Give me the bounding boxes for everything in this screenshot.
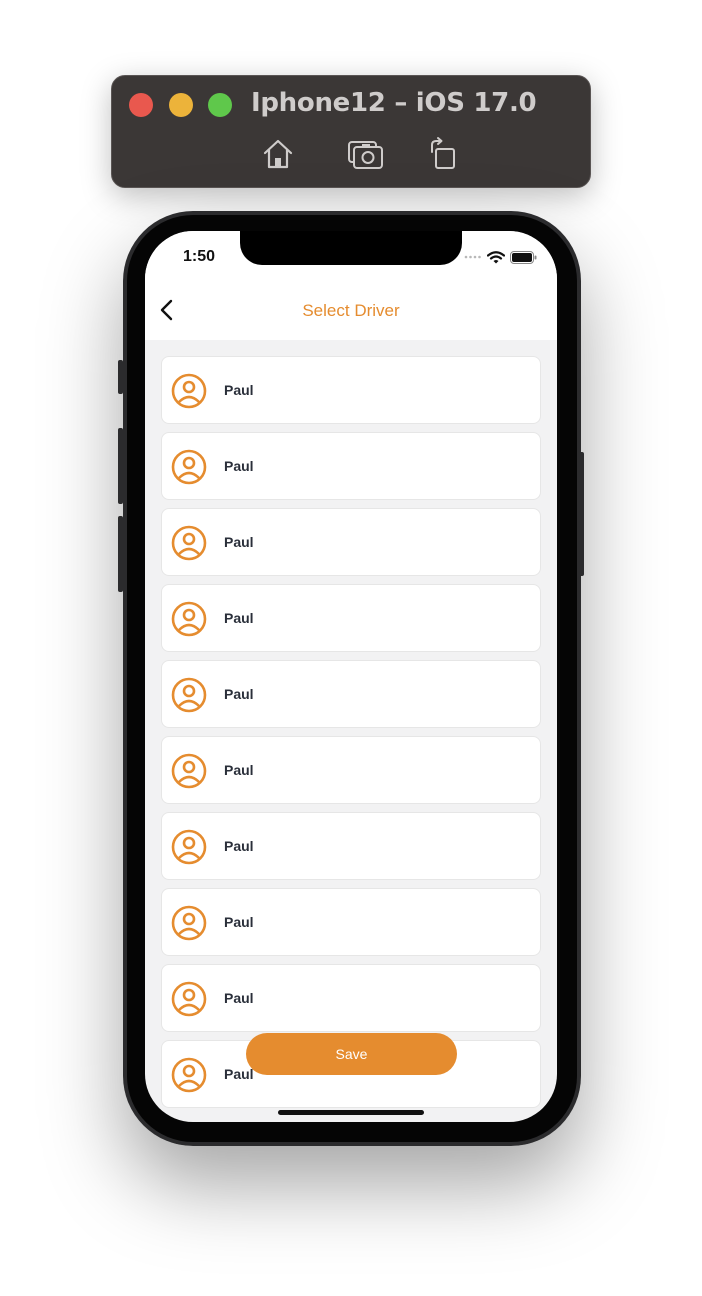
driver-name: Paul [224, 1066, 254, 1082]
driver-name: Paul [224, 458, 254, 474]
save-button[interactable]: Save [246, 1033, 457, 1075]
driver-name: Paul [224, 990, 254, 1006]
home-icon [263, 139, 293, 169]
driver-name: Paul [224, 762, 254, 778]
driver-list-item[interactable]: Paul [161, 736, 541, 804]
driver-list-item[interactable]: Paul [161, 812, 541, 880]
battery-icon [510, 250, 537, 264]
user-avatar-icon [171, 677, 207, 713]
driver-name: Paul [224, 686, 254, 702]
rotate-icon [431, 137, 455, 169]
status-time: 1:50 [183, 248, 216, 265]
user-avatar-icon [171, 601, 207, 637]
driver-name: Paul [224, 610, 254, 626]
driver-list: Paul Paul Paul Paul Paul Paul Paul Paul … [161, 356, 541, 1116]
driver-list-item[interactable]: Paul [161, 964, 541, 1032]
simulator-title: Iphone12 – iOS 17.0 [251, 88, 537, 118]
user-avatar-icon [171, 373, 207, 409]
driver-list-item[interactable]: Paul [161, 888, 541, 956]
page-title: Select Driver [302, 301, 400, 320]
status-icons [464, 250, 537, 264]
driver-list-item[interactable]: Paul [161, 432, 541, 500]
user-avatar-icon [171, 981, 207, 1017]
minimize-window-button[interactable] [169, 93, 193, 117]
user-avatar-icon [171, 1057, 207, 1093]
driver-name: Paul [224, 382, 254, 398]
screenshot-icon [348, 141, 383, 169]
notch [240, 231, 462, 265]
navigation-header: Select Driver [145, 281, 557, 340]
wifi-icon [487, 250, 505, 263]
rotate-button[interactable] [426, 136, 462, 172]
zoom-window-button[interactable] [208, 93, 232, 117]
user-avatar-icon [171, 753, 207, 789]
phone-screen: 1:50 Select Driver Paul Paul Paul Paul P… [145, 231, 557, 1122]
cellular-signal-icon [464, 255, 481, 259]
user-avatar-icon [171, 905, 207, 941]
status-bar: 1:50 [145, 231, 557, 281]
driver-list-item[interactable]: Paul [161, 660, 541, 728]
driver-name: Paul [224, 838, 254, 854]
user-avatar-icon [171, 829, 207, 865]
close-window-button[interactable] [129, 93, 153, 117]
user-avatar-icon [171, 449, 207, 485]
driver-list-item[interactable]: Paul [161, 356, 541, 424]
simulator-toolbar: Iphone12 – iOS 17.0 [111, 75, 591, 188]
screenshot-button[interactable] [348, 136, 384, 172]
driver-name: Paul [224, 534, 254, 550]
driver-list-item[interactable]: Paul [161, 584, 541, 652]
home-button[interactable] [260, 136, 296, 172]
user-avatar-icon [171, 525, 207, 561]
driver-name: Paul [224, 914, 254, 930]
home-indicator[interactable] [278, 1110, 424, 1115]
driver-list-item[interactable]: Paul [161, 508, 541, 576]
